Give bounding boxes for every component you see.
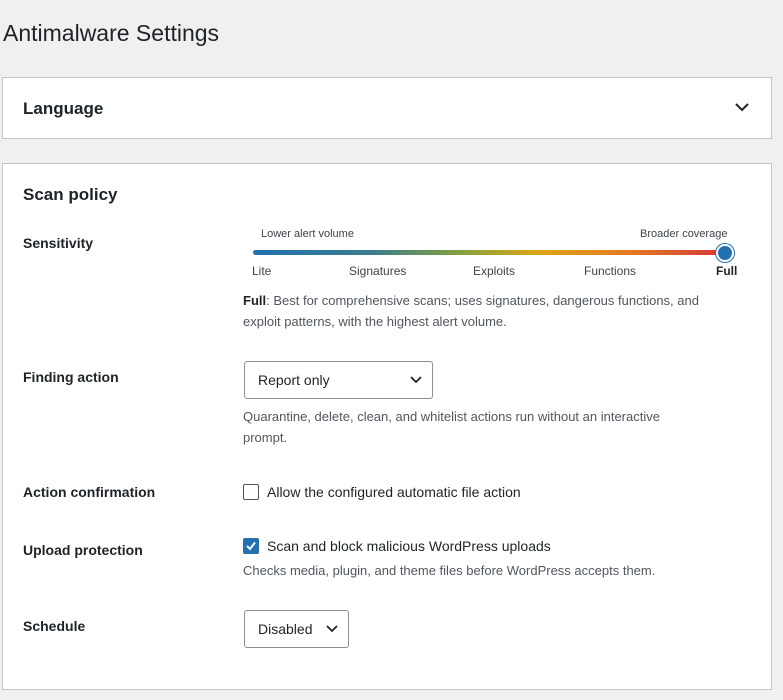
upload-protection-help: Checks media, plugin, and theme files be…: [243, 563, 656, 578]
language-panel[interactable]: Language: [2, 77, 772, 139]
finding-action-select[interactable]: Report only: [244, 361, 433, 399]
schedule-label: Schedule: [23, 618, 86, 634]
upload-protection-row[interactable]: Scan and block malicious WordPress uploa…: [243, 538, 551, 554]
low-alert-hint: Lower alert volume: [261, 228, 354, 240]
upload-protection-checkbox[interactable]: [243, 538, 259, 554]
chevron-down-icon: [326, 625, 338, 633]
upload-protection-label: Upload protection: [23, 542, 143, 558]
schedule-select[interactable]: Disabled: [244, 610, 349, 648]
finding-action-help-line1: Quarantine, delete, clean, and whitelist…: [243, 409, 660, 424]
finding-action-help-line2: prompt.: [243, 430, 288, 445]
sensitivity-description-line1: : Best for comprehensive scans; uses sig…: [266, 293, 699, 308]
sensitivity-level-signatures[interactable]: Signatures: [349, 264, 406, 278]
sensitivity-description-title: Full: [243, 293, 267, 308]
sensitivity-level-lite[interactable]: Lite: [252, 264, 271, 278]
action-confirmation-row[interactable]: Allow the configured automatic file acti…: [243, 484, 521, 500]
chevron-down-icon[interactable]: [735, 102, 749, 112]
sensitivity-slider-track[interactable]: [253, 250, 725, 255]
schedule-value: Disabled: [258, 621, 313, 637]
scan-policy-panel: Scan policy Sensitivity Lower alert volu…: [2, 163, 772, 690]
action-confirmation-checkbox-label[interactable]: Allow the configured automatic file acti…: [267, 484, 521, 500]
sensitivity-slider-handle[interactable]: [716, 244, 734, 262]
sensitivity-description: Full: Best for comprehensive scans; uses…: [243, 290, 699, 332]
finding-action-value: Report only: [258, 372, 330, 388]
sensitivity-description-line2: exploit patterns, with the highest alert…: [243, 314, 507, 329]
action-confirmation-label: Action confirmation: [23, 484, 156, 500]
checkmark-icon: [246, 541, 256, 551]
sensitivity-level-full[interactable]: Full: [716, 264, 737, 278]
sensitivity-level-exploits[interactable]: Exploits: [473, 264, 515, 278]
sensitivity-label: Sensitivity: [23, 235, 94, 251]
page-title: Antimalware Settings: [3, 20, 220, 46]
broad-coverage-hint: Broader coverage: [640, 228, 728, 240]
upload-protection-checkbox-label[interactable]: Scan and block malicious WordPress uploa…: [267, 538, 551, 554]
chevron-down-icon: [410, 376, 422, 384]
finding-action-label: Finding action: [23, 369, 119, 385]
sensitivity-level-functions[interactable]: Functions: [584, 264, 636, 278]
scan-policy-title: Scan policy: [23, 185, 118, 204]
finding-action-help: Quarantine, delete, clean, and whitelist…: [243, 406, 660, 448]
action-confirmation-checkbox[interactable]: [243, 484, 259, 500]
language-title: Language: [23, 99, 104, 118]
